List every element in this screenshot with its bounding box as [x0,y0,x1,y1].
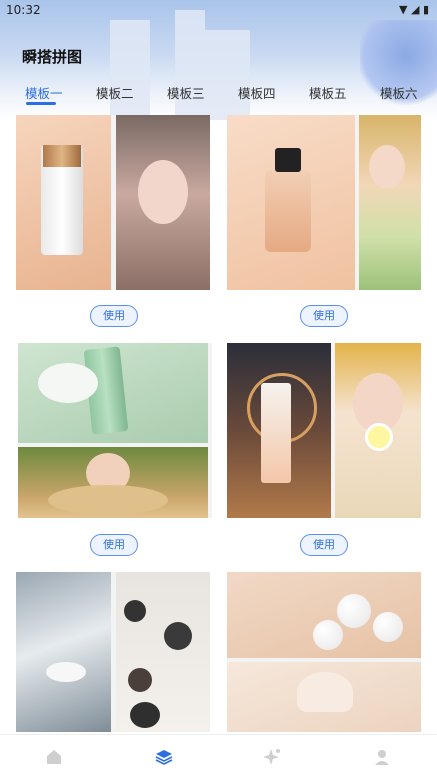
product-image [227,343,331,518]
tab-template-5[interactable]: 模板五 [309,83,347,102]
status-bar: 10:32 ▼ ◢ ▮ [0,0,437,22]
home-icon[interactable] [44,747,64,767]
use-button[interactable]: 使用 [300,305,348,327]
tab-template-6[interactable]: 模板六 [380,83,418,102]
template-card-5[interactable] [16,572,210,732]
use-button[interactable]: 使用 [90,305,138,327]
product-image [227,115,355,290]
product-image [16,115,111,290]
use-button[interactable]: 使用 [90,534,138,556]
shell-image [16,572,111,732]
bottom-navigation [0,734,437,779]
portrait-image [359,115,421,290]
layers-icon[interactable] [154,747,174,767]
status-time: 10:32 [6,3,41,17]
user-icon[interactable] [372,747,392,767]
template-card-4[interactable] [227,343,421,518]
sparkle-icon[interactable] [262,747,282,767]
template-card-1[interactable] [16,115,210,290]
template-card-6[interactable] [227,572,421,732]
tab-template-3[interactable]: 模板三 [167,83,205,102]
tab-template-1[interactable]: 模板一 [25,83,63,102]
template-card-2[interactable] [227,115,421,290]
pearl-image [227,572,421,658]
page-title: 瞬搭拼图 [22,48,83,66]
shell-image [227,662,421,732]
portrait-image [18,447,208,518]
product-image [18,343,208,443]
tab-template-2[interactable]: 模板二 [96,83,134,102]
use-button[interactable]: 使用 [300,534,348,556]
tab-template-4[interactable]: 模板四 [238,83,276,102]
template-tabs: 模板一 模板二 模板三 模板四 模板五 模板六 [0,80,437,106]
portrait-image [335,343,421,518]
active-tab-indicator [26,102,56,105]
pearl-image [116,572,210,732]
template-card-3[interactable] [18,343,212,518]
portrait-image [116,115,210,290]
system-icons: ▼ ◢ ▮ [399,3,429,16]
